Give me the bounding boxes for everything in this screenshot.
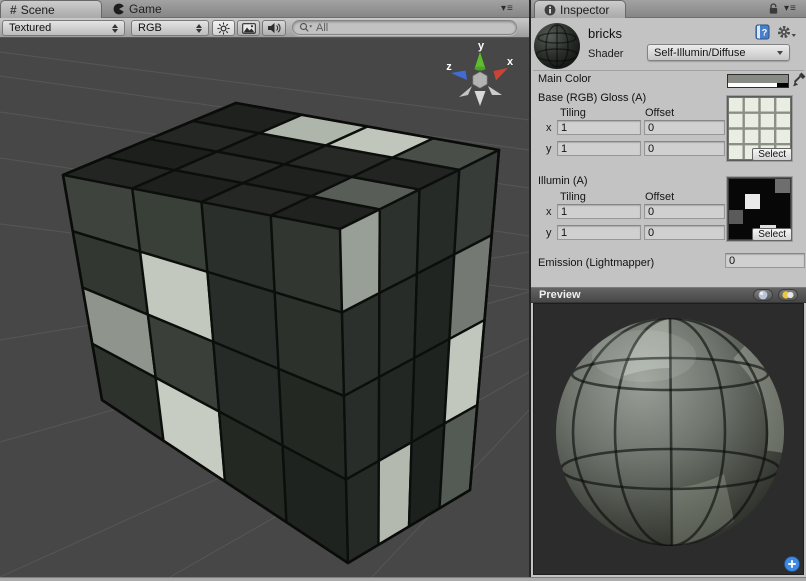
shader-field-label: Shader <box>588 48 623 60</box>
illumin-tiling-y-field[interactable] <box>557 225 641 240</box>
help-icon[interactable]: ? <box>755 24 771 40</box>
emission-field[interactable] <box>725 253 805 268</box>
scene-audio-toggle[interactable] <box>262 20 286 36</box>
preview-add-button[interactable] <box>784 556 800 572</box>
color-mode-dropdown[interactable]: RGB <box>131 20 209 36</box>
illumin-tiling-label: Tiling <box>560 191 586 203</box>
main-color-label: Main Color <box>538 73 591 85</box>
base-offset-y-field[interactable] <box>644 141 725 156</box>
image-icon <box>242 23 256 34</box>
base-offset-x-field[interactable] <box>644 120 725 135</box>
gizmo-center-cube[interactable] <box>473 72 487 88</box>
game-icon <box>113 3 125 15</box>
main-color-swatch[interactable] <box>727 74 789 88</box>
svg-text:?: ? <box>762 28 768 38</box>
illumin-offset-y-field[interactable] <box>644 225 725 240</box>
base-section-label: Base (RGB) Gloss (A) <box>538 92 646 104</box>
illumin-row-y-label: y <box>546 227 552 239</box>
scene-viewport[interactable]: y x z <box>0 38 529 577</box>
gizmo-neg-axis-cone[interactable] <box>488 86 502 95</box>
color-swatch-alpha-bar <box>728 83 788 87</box>
base-texture-select-button[interactable]: Select <box>752 148 792 161</box>
inspector-panel: Inspector ▾≡ bricks Shader Self-Illumin/… <box>531 0 806 577</box>
inspector-tabbar: Inspector ▾≡ <box>531 0 806 18</box>
base-offset-label: Offset <box>645 107 674 119</box>
gizmo-y-cone[interactable] <box>475 52 486 69</box>
scene-grid-icon: # <box>10 3 17 17</box>
eyedropper-icon[interactable] <box>792 71 806 88</box>
render-mode-value: Textured <box>9 22 106 34</box>
scene-panel: # Scene Game ▾≡ Textured RGB <box>0 0 529 577</box>
gizmo-x-cone[interactable] <box>494 68 509 81</box>
illumin-offset-x-field[interactable] <box>644 204 725 219</box>
chevron-down-icon <box>777 51 783 55</box>
illumin-row-x-label: x <box>546 206 552 218</box>
illumin-tiling-x-field[interactable] <box>557 204 641 219</box>
gear-icon[interactable] <box>777 25 797 40</box>
scene-tabbar: # Scene Game ▾≡ <box>0 0 529 18</box>
scene-search-field[interactable] <box>292 20 517 35</box>
light-toggle-icon <box>781 290 795 300</box>
material-preview-ball <box>534 23 580 69</box>
base-texture-thumbnail[interactable]: Select <box>727 96 792 161</box>
tab-inspector[interactable]: Inspector <box>534 0 626 18</box>
scene-3d-view: y x z <box>0 38 529 577</box>
scene-orientation-gizmo[interactable]: y x z <box>446 40 514 106</box>
window-bottom-edge <box>0 577 806 581</box>
speaker-icon <box>267 22 281 34</box>
gizmo-neg-axis-cone[interactable] <box>475 91 486 106</box>
scene-lighting-toggle[interactable] <box>212 20 235 36</box>
sphere-icon <box>758 290 768 300</box>
illumin-texture-select-button[interactable]: Select <box>752 228 792 241</box>
preview-header[interactable]: Preview <box>531 287 806 303</box>
preview-shape-button[interactable] <box>753 289 773 301</box>
color-mode-value: RGB <box>138 22 190 34</box>
tab-scene[interactable]: # Scene <box>0 0 102 18</box>
info-icon <box>544 4 556 16</box>
scene-toolbar: Textured RGB <box>0 18 529 38</box>
tab-game-label: Game <box>129 2 162 16</box>
gizmo-z-label: z <box>446 61 452 73</box>
color-swatch-rgb <box>728 75 788 83</box>
base-row-x-label: x <box>546 122 552 134</box>
textured-cube <box>63 103 499 563</box>
illumin-texture-thumbnail[interactable]: Select <box>727 177 792 241</box>
gizmo-y-label: y <box>478 40 485 52</box>
emission-label: Emission (Lightmapper) <box>538 257 654 269</box>
base-tiling-y-field[interactable] <box>557 141 641 156</box>
search-input[interactable] <box>316 22 510 34</box>
color-swatch-alpha-end <box>777 83 788 87</box>
material-name: bricks <box>588 26 622 41</box>
preview-lighting-button[interactable] <box>778 289 798 301</box>
illumin-section-label: Illumin (A) <box>538 175 588 187</box>
search-icon <box>299 22 313 33</box>
sun-icon <box>217 22 230 35</box>
gizmo-neg-axis-cone[interactable] <box>459 86 472 97</box>
material-ball-grid <box>534 23 580 69</box>
inspector-panel-menu[interactable]: ▾≡ <box>784 3 797 14</box>
tab-inspector-label: Inspector <box>560 3 609 17</box>
shader-dropdown[interactable]: Self-Illumin/Diffuse <box>647 44 790 61</box>
material-preview-area[interactable] <box>533 303 804 575</box>
gizmo-x-label: x <box>507 56 514 68</box>
gizmo-z-cone[interactable] <box>451 71 467 81</box>
scene-skybox-toggle[interactable] <box>237 20 260 36</box>
lock-icon[interactable] <box>768 3 779 15</box>
divider <box>533 70 804 71</box>
preview-sphere <box>534 304 803 574</box>
base-row-y-label: y <box>546 143 552 155</box>
illumin-offset-label: Offset <box>645 191 674 203</box>
tab-scene-label: Scene <box>21 3 55 17</box>
updown-arrows-icon <box>196 24 202 33</box>
shader-value: Self-Illumin/Diffuse <box>654 47 746 59</box>
scene-panel-menu[interactable]: ▾≡ <box>501 3 514 14</box>
gizmo-y-cone-base <box>475 67 486 71</box>
updown-arrows-icon <box>112 24 118 33</box>
preview-title: Preview <box>539 289 748 301</box>
base-tiling-x-field[interactable] <box>557 120 641 135</box>
render-mode-dropdown[interactable]: Textured <box>2 20 125 36</box>
tab-game[interactable]: Game <box>104 0 174 18</box>
base-tiling-label: Tiling <box>560 107 586 119</box>
